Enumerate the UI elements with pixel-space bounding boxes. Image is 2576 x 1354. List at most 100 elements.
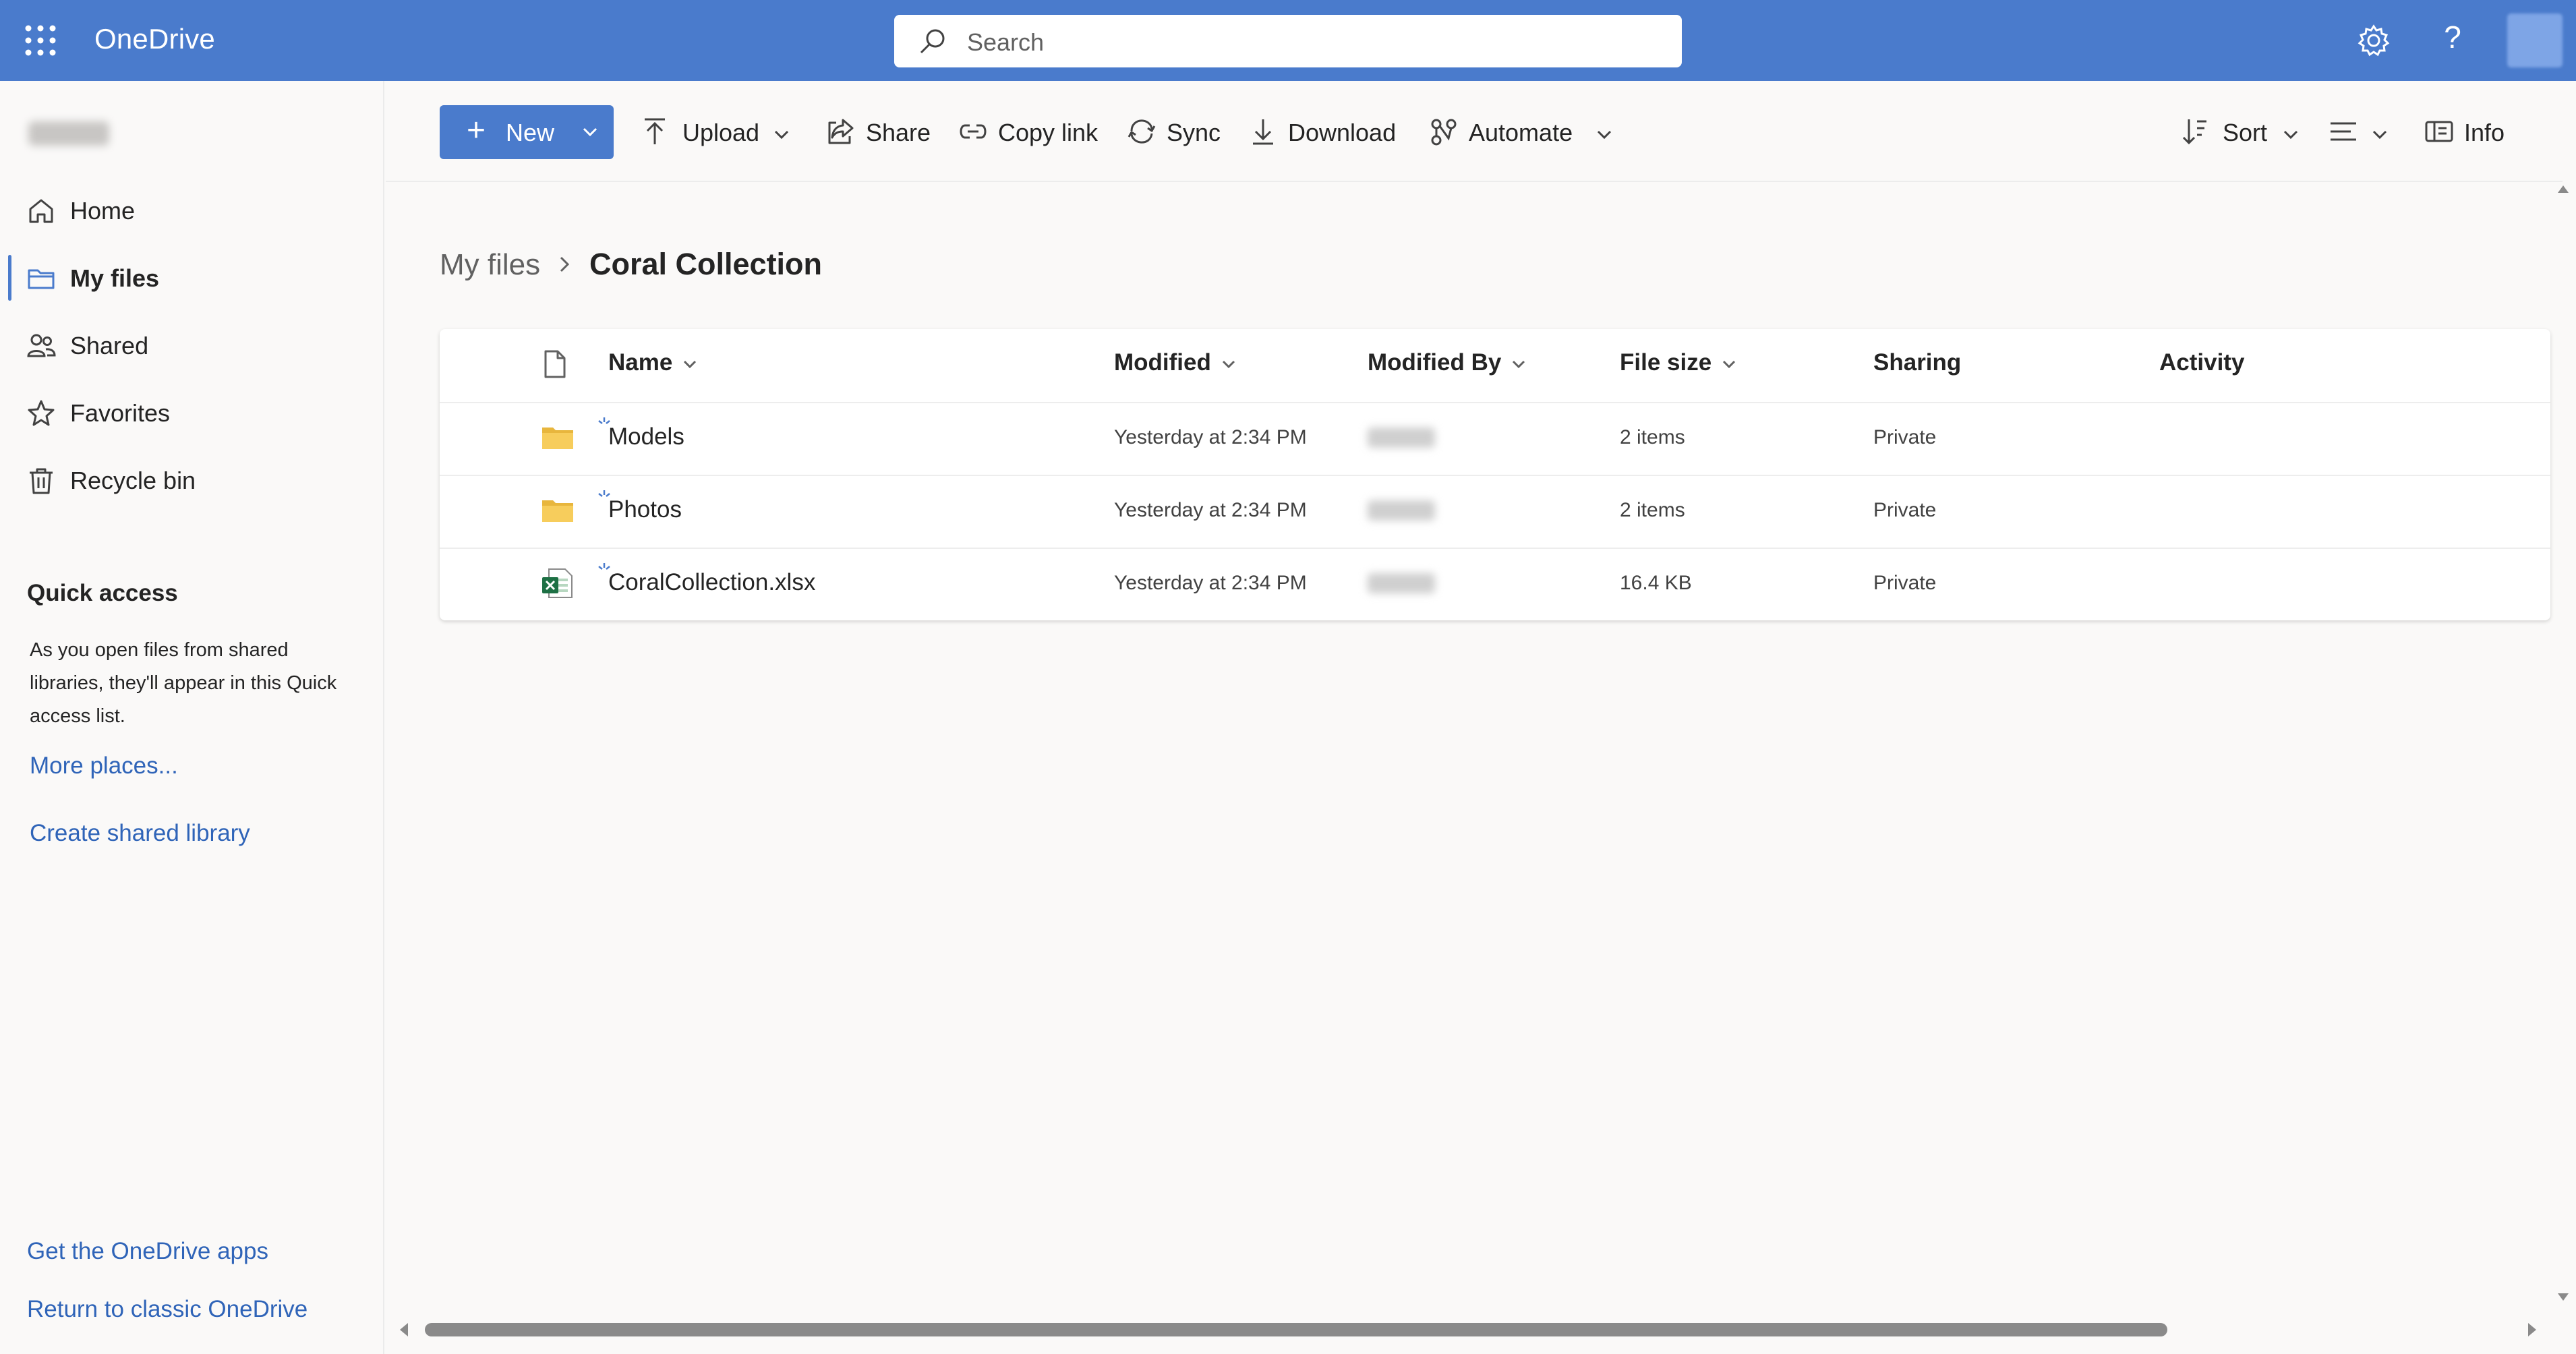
file-name[interactable]: Models bbox=[608, 423, 684, 450]
sidebar: Home My files Shared Favorites Recycle b… bbox=[0, 81, 384, 1354]
share-icon bbox=[824, 116, 855, 147]
quick-access-description: As you open files from shared libraries,… bbox=[30, 639, 337, 727]
chevron-down-icon bbox=[682, 358, 698, 370]
scroll-down-arrow[interactable] bbox=[2556, 1291, 2571, 1304]
sidebar-item-home[interactable]: Home bbox=[0, 181, 384, 241]
app-launcher-icon[interactable] bbox=[24, 24, 57, 57]
column-header-file-size[interactable]: File size bbox=[1620, 349, 1737, 376]
modified-date: Yesterday at 2:34 PM bbox=[1114, 426, 1307, 448]
user-name bbox=[28, 121, 109, 146]
chevron-right-icon bbox=[554, 251, 573, 278]
chevron-down-icon bbox=[581, 125, 599, 139]
help-icon[interactable]: ? bbox=[2436, 19, 2469, 55]
column-header-label: Name bbox=[608, 349, 673, 376]
column-header-modified-by[interactable]: Modified By bbox=[1368, 349, 1527, 376]
sidebar-item-favorites[interactable]: Favorites bbox=[0, 383, 384, 444]
sharing-status[interactable]: Private bbox=[1873, 499, 1936, 522]
scroll-up-arrow[interactable] bbox=[2556, 182, 2571, 196]
chevron-down-icon bbox=[2371, 128, 2389, 142]
breadcrumb-my-files[interactable]: My files bbox=[440, 248, 540, 282]
upload-label: Upload bbox=[682, 119, 760, 146]
sort-icon bbox=[2179, 116, 2211, 147]
file-size: 2 items bbox=[1620, 426, 1685, 448]
upload-button[interactable]: Upload bbox=[639, 113, 794, 151]
sync-button[interactable]: Sync bbox=[1126, 113, 1227, 151]
folder-icon bbox=[539, 419, 576, 456]
column-header-modified[interactable]: Modified bbox=[1114, 349, 1237, 376]
sidebar-item-label: Home bbox=[70, 197, 136, 225]
table-row[interactable]: Models Yesterday at 2:34 PM 2 items Priv… bbox=[440, 402, 2550, 475]
scroll-right-arrow[interactable] bbox=[2525, 1320, 2540, 1339]
avatar[interactable] bbox=[2507, 13, 2563, 67]
search-icon bbox=[917, 27, 947, 57]
info-label: Info bbox=[2464, 119, 2505, 146]
sidebar-item-my-files[interactable]: My files bbox=[0, 248, 384, 309]
automate-icon bbox=[1428, 116, 1459, 147]
new-button-label: New bbox=[506, 119, 555, 146]
download-icon bbox=[1248, 116, 1279, 147]
trash-icon bbox=[26, 465, 57, 496]
plus-icon: + bbox=[467, 113, 486, 148]
settings-gear-icon[interactable] bbox=[2356, 23, 2391, 58]
new-button[interactable]: + New bbox=[440, 105, 614, 159]
file-type-header-icon[interactable] bbox=[541, 349, 568, 379]
column-header-name[interactable]: Name bbox=[608, 349, 698, 376]
active-indicator bbox=[8, 255, 11, 301]
sidebar-item-label: Favorites bbox=[70, 399, 171, 427]
info-button[interactable]: Info bbox=[2424, 113, 2525, 151]
sidebar-item-label: Recycle bin bbox=[70, 467, 196, 494]
top-bar: OneDrive Search ? bbox=[0, 0, 2576, 81]
home-icon bbox=[26, 196, 57, 227]
upload-icon bbox=[639, 116, 670, 147]
sort-label: Sort bbox=[2223, 119, 2268, 146]
app-title[interactable]: OneDrive bbox=[94, 23, 215, 55]
scroll-left-arrow[interactable] bbox=[397, 1320, 411, 1339]
file-name[interactable]: Photos bbox=[608, 496, 682, 523]
row-divider bbox=[440, 402, 2550, 403]
create-shared-library-link[interactable]: Create shared library bbox=[30, 820, 250, 847]
sidebar-item-recycle-bin[interactable]: Recycle bin bbox=[0, 450, 384, 511]
share-label: Share bbox=[866, 119, 931, 146]
row-divider bbox=[440, 548, 2550, 549]
file-list: Name Modified Modified By File size Shar… bbox=[440, 329, 2550, 620]
download-label: Download bbox=[1288, 119, 1397, 146]
sync-label: Sync bbox=[1167, 119, 1221, 146]
share-button[interactable]: Share bbox=[824, 113, 939, 151]
command-bar: + New Upload Share Copy link Sync Downlo… bbox=[386, 81, 2563, 182]
folder-icon bbox=[539, 492, 576, 529]
sharing-status[interactable]: Private bbox=[1873, 572, 1936, 595]
copy-link-label: Copy link bbox=[998, 119, 1099, 146]
sidebar-item-label: My files bbox=[70, 264, 160, 292]
column-header-activity[interactable]: Activity bbox=[2159, 349, 2244, 376]
search-input[interactable]: Search bbox=[894, 15, 1682, 67]
file-name[interactable]: CoralCollection.xlsx bbox=[608, 569, 815, 596]
more-places-link[interactable]: More places... bbox=[30, 753, 178, 779]
chevron-down-icon bbox=[2282, 128, 2300, 142]
column-header-sharing[interactable]: Sharing bbox=[1873, 349, 1961, 376]
sidebar-item-shared[interactable]: Shared bbox=[0, 316, 384, 376]
modified-by bbox=[1368, 573, 1435, 593]
horizontal-scrollbar-thumb[interactable] bbox=[425, 1323, 2167, 1336]
info-pane-icon bbox=[2424, 116, 2455, 147]
download-button[interactable]: Download bbox=[1248, 113, 1396, 151]
chevron-down-icon bbox=[1721, 358, 1737, 370]
table-row[interactable]: CoralCollection.xlsx Yesterday at 2:34 P… bbox=[440, 548, 2550, 620]
modified-date: Yesterday at 2:34 PM bbox=[1114, 572, 1307, 594]
table-row[interactable]: Photos Yesterday at 2:34 PM 2 items Priv… bbox=[440, 475, 2550, 548]
list-view-icon bbox=[2328, 116, 2359, 147]
return-to-classic-link[interactable]: Return to classic OneDrive bbox=[27, 1296, 308, 1323]
sharing-status[interactable]: Private bbox=[1873, 426, 1936, 449]
modified-by bbox=[1368, 500, 1435, 521]
quick-access-title: Quick access bbox=[27, 580, 178, 606]
get-onedrive-apps-link[interactable]: Get the OneDrive apps bbox=[27, 1238, 268, 1265]
people-icon bbox=[26, 330, 57, 361]
chevron-down-icon bbox=[1221, 358, 1237, 370]
sort-button[interactable]: Sort bbox=[2179, 113, 2301, 151]
automate-button[interactable]: Automate bbox=[1428, 113, 1617, 151]
star-icon bbox=[26, 398, 57, 429]
chevron-down-icon bbox=[773, 128, 790, 142]
view-options-button[interactable] bbox=[2328, 113, 2395, 151]
modified-date: Yesterday at 2:34 PM bbox=[1114, 499, 1307, 521]
link-icon bbox=[958, 116, 989, 147]
copy-link-button[interactable]: Copy link bbox=[958, 113, 1106, 151]
